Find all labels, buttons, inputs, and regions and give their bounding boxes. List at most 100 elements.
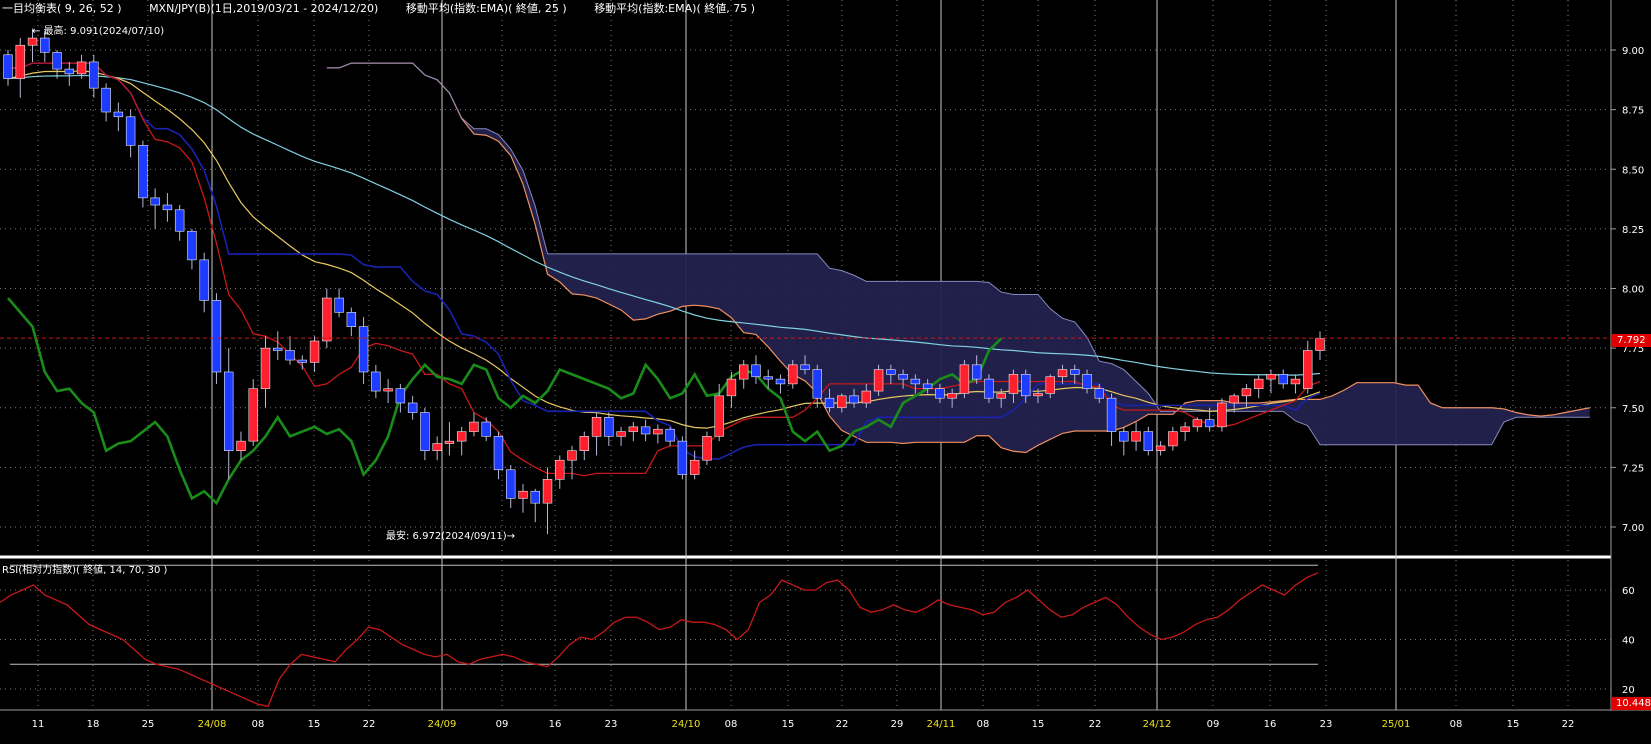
y-tick-label: 7.25 [1622,463,1644,474]
candle-body [555,459,565,480]
candle-body [616,431,626,437]
candle-body [309,340,320,363]
candle-body [174,209,185,232]
candle-body [371,371,381,392]
ema25-title: 移動平均(指数:EMA)( 終値, 25 ) [405,2,567,15]
x-tick-label: 22 [1089,719,1102,730]
x-tick-label: 25 [142,719,155,730]
candle-body [653,428,663,435]
y-tick-label: 8.00 [1622,285,1644,296]
x-tick-label: 24/12 [1143,719,1172,730]
x-tick-label: 29 [891,719,904,730]
candle-body [763,376,773,380]
candle-body [456,431,467,442]
candle-body [947,393,957,399]
candle-body [506,469,516,499]
candle-body [677,440,688,475]
candle-body [702,436,712,461]
candle-body [1315,338,1325,351]
candle-body [1303,350,1313,389]
candle-body [886,369,896,375]
candle-body [1045,376,1055,394]
candle-body [40,37,50,53]
rsi-title: RSI(相対力指数)( 終値, 14, 70, 30 ) [2,565,168,576]
candle-body [591,416,602,437]
candle-body [971,364,982,380]
x-tick-label: 23 [1320,719,1333,730]
candle-body [322,297,332,342]
candle-body [775,378,786,385]
high-annotation: ← 最高: 9.091(2024/07/10) [32,26,165,37]
x-tick-label: 15 [1507,719,1520,730]
x-tick-label: 08 [977,719,990,730]
candle-body [1180,426,1190,432]
x-tick-label: 08 [725,719,738,730]
candle-body [346,312,357,327]
candle-body [3,54,13,79]
x-tick-label: 09 [496,719,509,730]
x-tick-label: 22 [836,719,849,730]
candle-body [800,364,810,370]
candle-body [383,388,393,392]
candle-body [1278,374,1288,385]
candle-body [1155,445,1166,451]
candle-body [27,37,38,46]
candle-body [726,378,737,397]
candle-body [738,364,749,380]
candle-body [873,369,884,392]
candle-body [138,145,148,199]
x-tick-label: 15 [1032,719,1045,730]
candle-body [297,359,307,363]
candle-body [922,383,933,389]
candle-body [1168,431,1178,447]
candle-body [260,347,271,389]
chart-svg: 11 18 25 24/08 08 15 22 24/09 09 16 23 24/10 08 15 22 2… [0,0,1651,740]
x-tick-label: 15 [782,719,795,730]
candle-body [751,364,761,378]
x-tick-label: 18 [87,719,100,730]
candle-body [125,116,136,146]
candle-body [530,490,540,504]
x-tick-label: 25/01 [1382,719,1411,730]
candle-body [407,402,418,413]
candle-body [481,421,491,437]
candle-body [1021,374,1031,397]
rsi-tick-label: 60 [1622,586,1635,597]
candle-body [1266,374,1276,380]
candle-body [1217,402,1227,428]
candle-body [420,412,430,451]
candle-body [689,459,700,475]
candle-body [714,395,724,437]
x-tick-label: 24/09 [428,719,457,730]
candle-body [567,450,577,461]
x-tick-label: 09 [1207,719,1220,730]
candle-body [1033,393,1043,397]
candle-body [469,421,479,432]
candle-body [444,440,455,444]
instrument-title: MXN/JPY(B)(1日,2019/03/21 - 2024/12/20) [149,2,379,15]
candle-body [640,426,651,435]
candle-body [64,68,75,75]
y-tick-label: 8.25 [1622,225,1644,236]
candle-body [432,443,442,451]
candle-body [837,395,847,409]
candle-body [1070,369,1080,375]
candle-body [1229,395,1239,404]
candle-body [788,364,798,385]
candle-body [628,426,639,432]
candle-body [113,111,124,118]
candle-body [1131,431,1141,442]
x-tick-label: 23 [605,719,618,730]
candle-body [1119,431,1129,442]
candle-body [518,490,528,499]
last-price-label: 7.792 [1612,334,1651,347]
candle-body [273,347,283,351]
low-annotation: 最安: 6.972(2024/09/11)→ [386,531,515,542]
ichimoku-title: 一目均衡表( 9, 26, 52 ) [2,2,122,15]
candle-body [285,350,295,361]
rsi-tick-label: 40 [1622,636,1635,647]
y-tick-label: 7.00 [1622,523,1644,534]
x-tick-label: 11 [32,719,45,730]
candle-body [1241,388,1252,397]
candle-body [579,436,590,451]
